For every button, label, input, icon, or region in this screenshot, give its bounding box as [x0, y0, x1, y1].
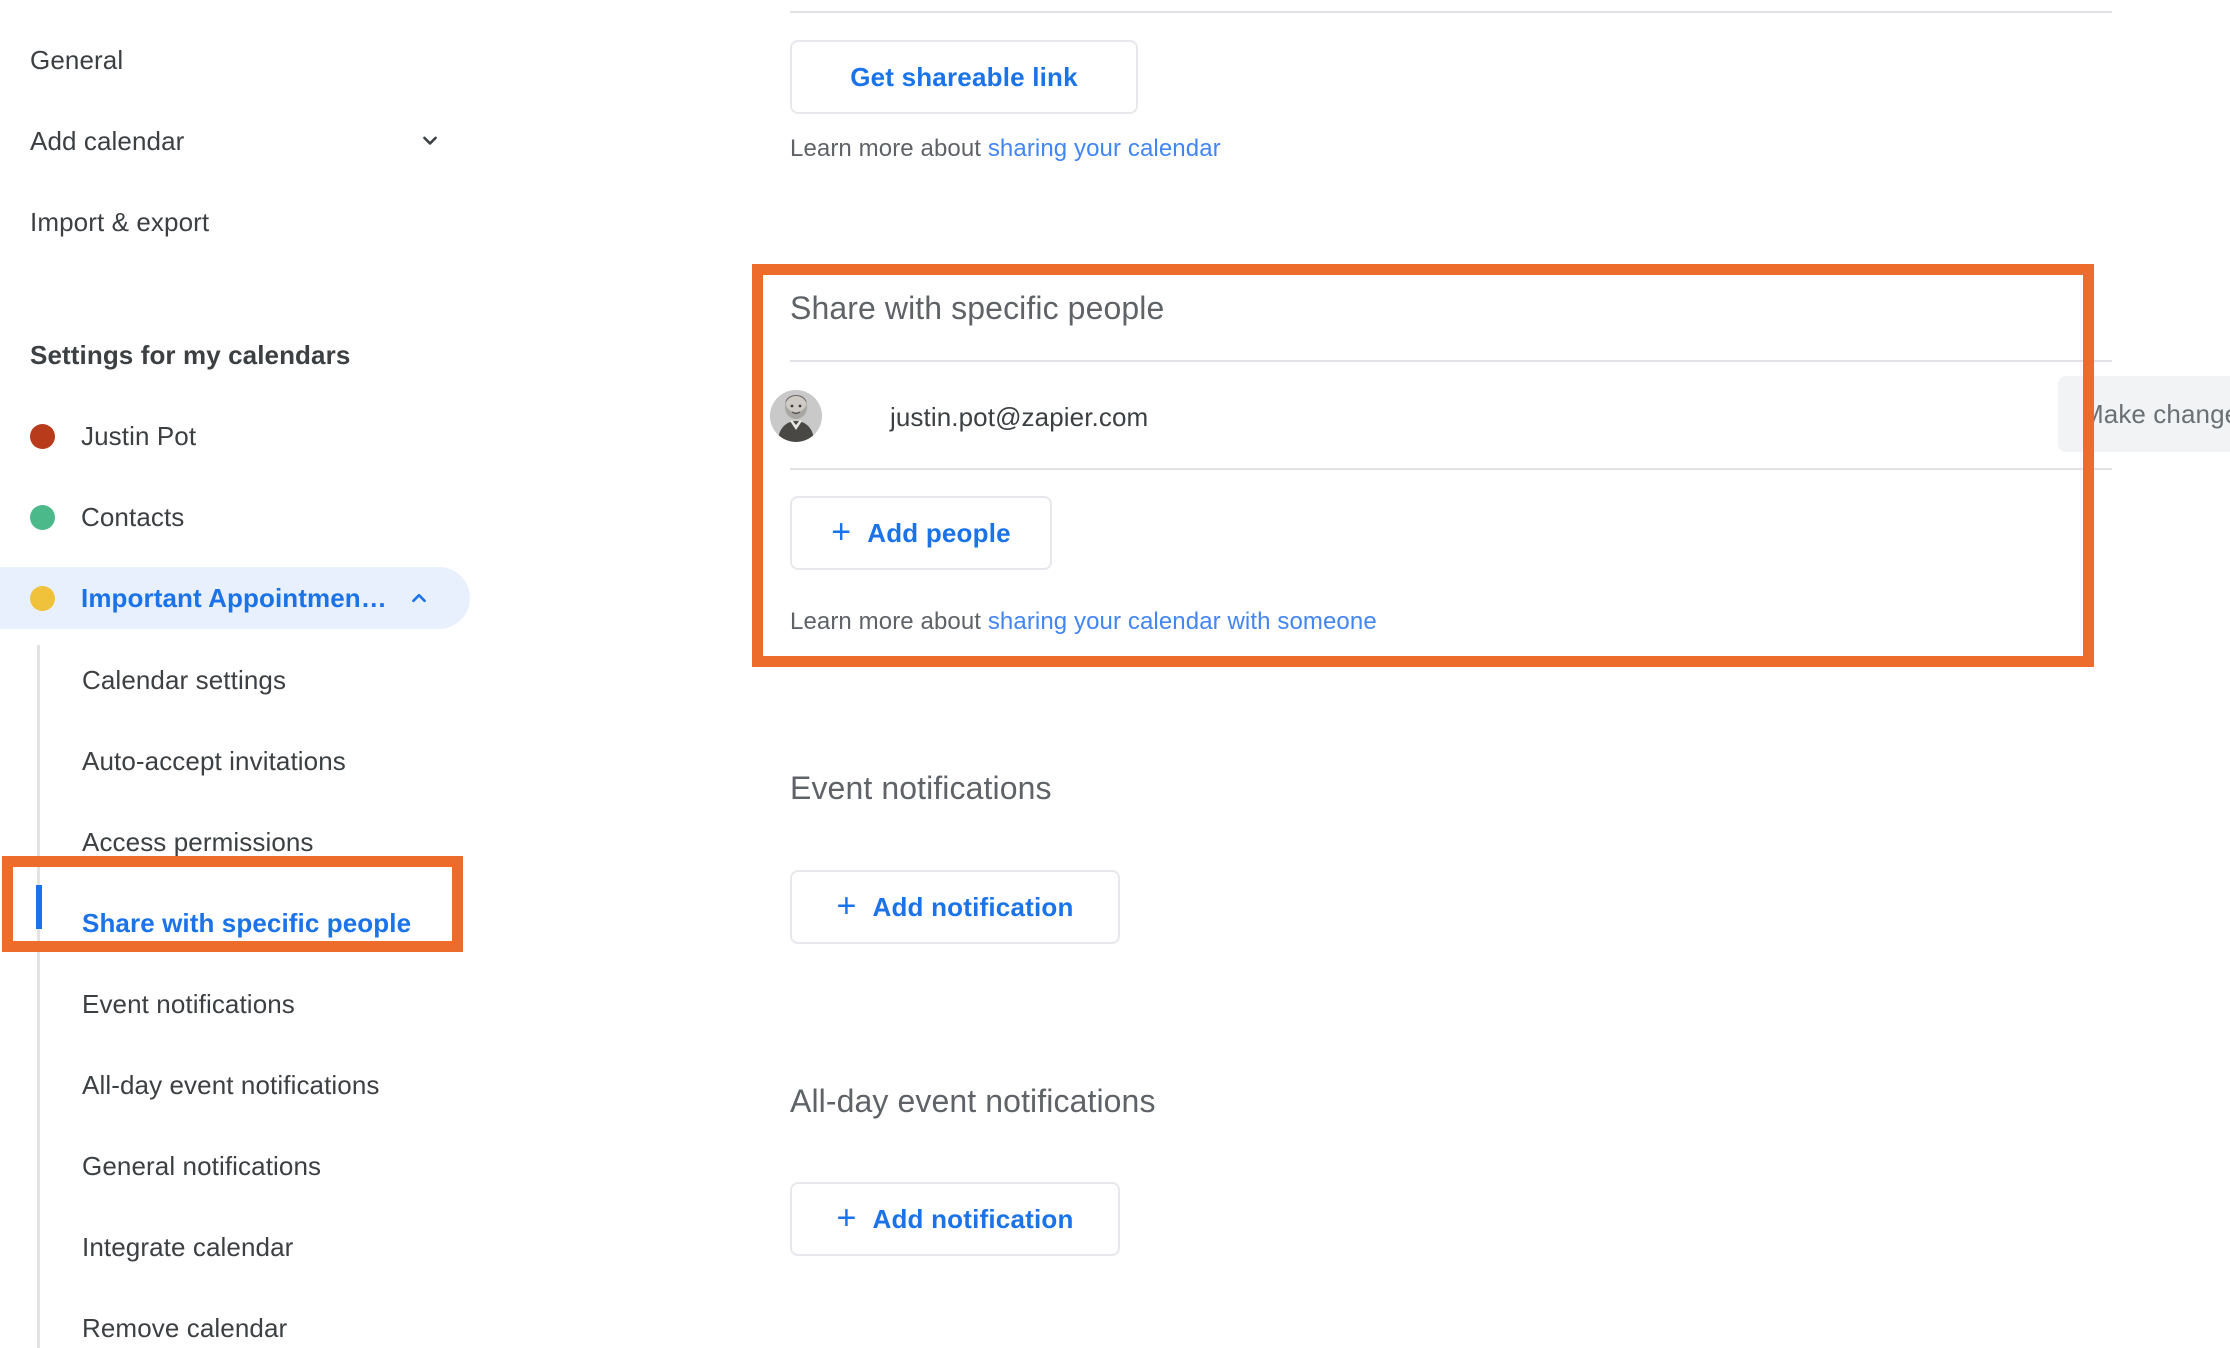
sidebar-item-all-day-event-notifications[interactable]: All-day event notifications [82, 1065, 380, 1105]
sidebar-item-calendar-settings[interactable]: Calendar settings [82, 660, 286, 700]
sidebar-item-label: Import & export [30, 207, 450, 238]
divider [790, 360, 2112, 362]
sidebar-item-label: Remove calendar [82, 1313, 287, 1344]
sidebar-item-label: General [30, 45, 450, 76]
learn-more-sharing-with-someone: Learn more about sharing your calendar w… [790, 608, 1377, 636]
sidebar-item-label: All-day event notifications [82, 1070, 380, 1101]
add-event-notification-button[interactable]: + Add notification [790, 870, 1120, 944]
add-notification-label: Add notification [873, 892, 1074, 923]
sidebar-item-label: Calendar settings [82, 665, 286, 696]
sidebar-item-label: Auto-accept invitations [82, 746, 346, 777]
add-all-day-notification-button[interactable]: + Add notification [790, 1182, 1120, 1256]
sidebar-item-auto-accept-invitations[interactable]: Auto-accept invitations [82, 741, 346, 781]
settings-content: Get shareable link Learn more about shar… [740, 0, 2230, 1348]
chevron-up-icon[interactable] [405, 584, 433, 612]
permission-dropdown[interactable]: Make changes and manage sharing [2058, 376, 2230, 452]
divider [790, 11, 2112, 13]
calendar-color-dot [30, 586, 55, 611]
chevron-down-icon [416, 127, 444, 155]
calendar-name: Important Appointmen… [81, 583, 387, 614]
calendar-name: Contacts [81, 502, 184, 533]
avatar [770, 390, 822, 442]
all-day-event-notifications-title: All-day event notifications [790, 1083, 1156, 1120]
sidebar-calendar-important-appointments[interactable]: Important Appointmen… [0, 567, 470, 629]
calendar-name: Justin Pot [81, 421, 196, 452]
share-with-specific-people-title: Share with specific people [790, 290, 1164, 327]
plus-icon: + [836, 1201, 856, 1235]
sidebar-item-event-notifications[interactable]: Event notifications [82, 984, 295, 1024]
add-people-label: Add people [867, 518, 1011, 549]
learn-more-prefix: Learn more about [790, 608, 988, 635]
sidebar-item-label: Event notifications [82, 989, 295, 1020]
shared-person-email: justin.pot@zapier.com [890, 402, 1148, 433]
settings-sidebar: General Add calendar Import & export Set… [0, 0, 740, 1348]
calendar-color-dot [30, 505, 55, 530]
sidebar-item-label: Share with specific people [82, 908, 411, 939]
sidebar-item-remove-calendar[interactable]: Remove calendar [82, 1308, 287, 1348]
add-people-button[interactable]: + Add people [790, 496, 1052, 570]
settings-page: General Add calendar Import & export Set… [0, 0, 2230, 1348]
sidebar-item-label: Integrate calendar [82, 1232, 293, 1263]
divider [790, 468, 2112, 470]
sidebar-calendar-justin-pot[interactable]: Justin Pot [0, 405, 430, 467]
sidebar-item-label: Access permissions [82, 827, 314, 858]
sharing-your-calendar-with-someone-link[interactable]: sharing your calendar with someone [988, 608, 1377, 635]
sidebar-calendar-contacts[interactable]: Contacts [0, 486, 430, 548]
sidebar-item-access-permissions[interactable]: Access permissions [82, 822, 314, 862]
sharing-your-calendar-link[interactable]: sharing your calendar [988, 135, 1221, 162]
sidebar-item-import-export[interactable]: Import & export [30, 202, 450, 242]
sidebar-item-general[interactable]: General [30, 40, 450, 80]
permission-value: Make changes and manage sharing [2082, 399, 2230, 430]
sidebar-item-add-calendar[interactable]: Add calendar [30, 121, 450, 161]
sidebar-tree-line [37, 645, 40, 1348]
sidebar-item-label: Add calendar [30, 126, 416, 157]
sidebar-section-heading: Settings for my calendars [30, 340, 350, 371]
add-notification-label: Add notification [873, 1204, 1074, 1235]
get-shareable-link-button[interactable]: Get shareable link [790, 40, 1138, 114]
active-item-indicator [36, 885, 42, 929]
sidebar-item-share-with-specific-people[interactable]: Share with specific people [82, 903, 411, 943]
sidebar-item-general-notifications[interactable]: General notifications [82, 1146, 321, 1186]
plus-icon: + [831, 515, 851, 549]
learn-more-sharing-calendar: Learn more about sharing your calendar [790, 135, 1221, 163]
calendar-color-dot [30, 424, 55, 449]
sidebar-item-label: General notifications [82, 1151, 321, 1182]
event-notifications-title: Event notifications [790, 770, 1052, 807]
learn-more-prefix: Learn more about [790, 135, 988, 162]
sidebar-item-integrate-calendar[interactable]: Integrate calendar [82, 1227, 293, 1267]
plus-icon: + [836, 889, 856, 923]
